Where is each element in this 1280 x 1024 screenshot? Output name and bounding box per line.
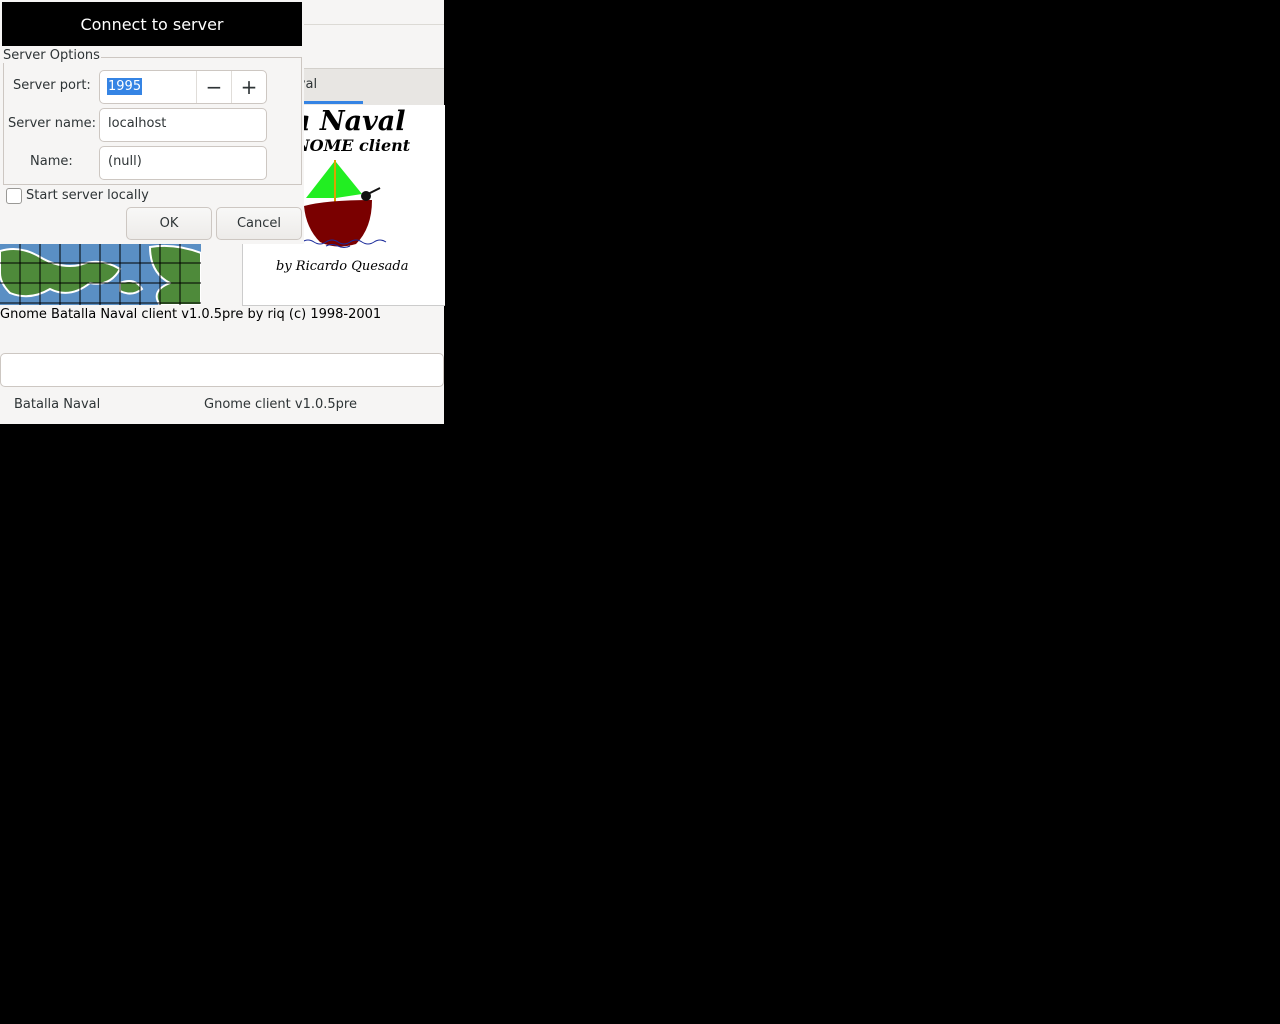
server-options-label: Server Options xyxy=(3,48,101,63)
statusbar-left: Batalla Naval xyxy=(14,397,101,412)
logo-subtitle: NOME client xyxy=(295,136,411,155)
decrement-button[interactable]: − xyxy=(197,71,231,103)
server-name-label: Server name: xyxy=(8,116,97,131)
ok-button[interactable]: OK xyxy=(126,207,212,240)
player-name-field[interactable]: (null) xyxy=(99,146,267,180)
start-server-checkbox[interactable] xyxy=(6,188,22,204)
status-message: Gnome Batalla Naval client v1.0.5pre by … xyxy=(0,307,382,322)
cancel-button[interactable]: Cancel xyxy=(216,207,302,240)
ship-logo-icon xyxy=(301,160,387,248)
player-name-label: Name: xyxy=(30,154,73,169)
start-server-label[interactable]: Start server locally xyxy=(26,188,149,203)
statusbar-right: Gnome client v1.0.5pre xyxy=(204,397,357,412)
server-name-field[interactable]: localhost xyxy=(99,108,267,142)
increment-button[interactable]: + xyxy=(232,71,266,103)
server-port-label: Server port: xyxy=(13,78,91,93)
chat-input[interactable] xyxy=(0,353,444,387)
dialog-title[interactable]: Connect to server xyxy=(2,2,302,46)
board-map-icon[interactable] xyxy=(0,243,201,305)
server-port-value[interactable]: 1995 xyxy=(107,78,143,95)
logo-credit: by Ricardo Quesada xyxy=(276,259,409,274)
